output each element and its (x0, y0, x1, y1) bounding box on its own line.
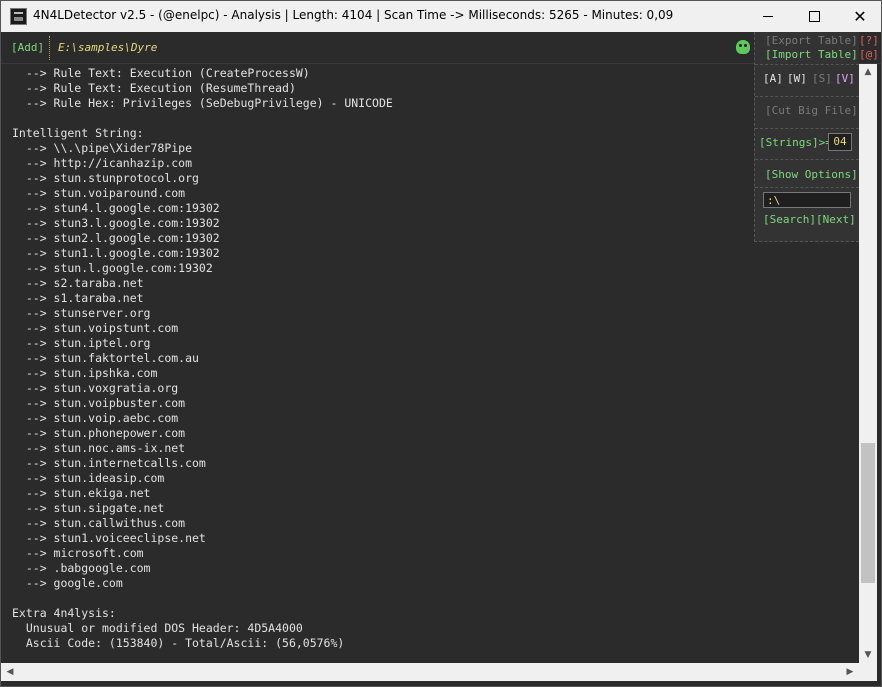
output-line: Ascii Code: (153840) - Total/Ascii: (56,… (12, 636, 345, 650)
output-line: --> stun.faktortel.com.au (12, 351, 199, 365)
output-line: Unusual or modified DOS Header: 4D5A4000 (12, 621, 303, 635)
minimize-icon (763, 16, 773, 17)
output-line: --> http://icanhazip.com (12, 156, 193, 170)
output-line: --> Rule Text: Execution (ResumeThread) (12, 81, 296, 95)
horizontal-scrollbar[interactable]: ◀ ▶ (1, 663, 877, 681)
output-line: --> Rule Text: Execution (CreateProcessW… (12, 66, 310, 80)
output-line: --> stun.voipstunt.com (12, 321, 179, 335)
output-line: --> microsoft.com (12, 546, 144, 560)
mode-a-button[interactable]: [A] (763, 72, 783, 85)
mode-s-button[interactable]: [S] (812, 72, 832, 85)
search-button[interactable]: [Search] (763, 213, 816, 226)
mode-w-button[interactable]: [W] (787, 72, 807, 85)
path-bar: [Add] E:\samples\Dyre (1, 32, 881, 64)
output-line: --> stun.stunprotocol.org (12, 171, 199, 185)
scroll-up-icon[interactable]: ▲ (859, 64, 877, 80)
output-line: --> stun.internetcalls.com (12, 456, 206, 470)
scroll-left-icon[interactable]: ◀ (1, 663, 19, 681)
panel-divider (755, 187, 859, 188)
search-input[interactable]: :\ (763, 192, 851, 208)
output-line: --> s2.taraba.net (12, 276, 144, 290)
output-line: --> stun.voxgratia.org (12, 381, 179, 395)
output-line: --> google.com (12, 576, 123, 590)
help-button[interactable]: [?] (859, 34, 879, 47)
output-line: --> stunserver.org (12, 306, 151, 320)
panel-divider (755, 159, 859, 160)
output-line: --> stun.callwithus.com (12, 516, 186, 530)
next-button[interactable]: [Next] (816, 213, 856, 226)
cut-big-file-button[interactable]: [Cut Big File] (765, 104, 858, 117)
analysis-output[interactable]: --> Rule Text: Execution (CreateProcessW… (1, 64, 859, 663)
scroll-right-icon[interactable]: ▶ (841, 663, 859, 681)
output-line: --> stun.ipshka.com (12, 366, 158, 380)
output-line: --> .babgoogle.com (12, 561, 151, 575)
options-panel: [Export Table] [?] [Import Table] [@] [A… (754, 32, 879, 242)
output-line: --> stun1.l.google.com:19302 (12, 246, 220, 260)
strings-min-label: [Strings]>= (759, 136, 832, 149)
output-line: --> stun.ekiga.net (12, 486, 151, 500)
vertical-scrollbar[interactable]: ▲ ▼ (859, 64, 877, 663)
output-line: --> stun.voiparound.com (12, 186, 186, 200)
show-options-button[interactable]: [Show Options] (765, 168, 858, 181)
output-line: --> stun4.l.google.com:19302 (12, 201, 220, 215)
panel-divider (755, 128, 859, 129)
output-line: --> stun1.voiceeclipse.net (12, 531, 206, 545)
maximize-icon (808, 11, 820, 22)
output-line: --> stun.l.google.com:19302 (12, 261, 213, 275)
scrollbar-corner (859, 663, 877, 681)
panel-divider (755, 96, 859, 97)
output-line: --> stun.ideasip.com (12, 471, 165, 485)
close-icon: ✕ (853, 7, 867, 26)
strings-min-input[interactable]: 04 (828, 133, 852, 151)
panel-divider (755, 64, 859, 65)
output-line: --> stun.voip.aebc.com (12, 411, 179, 425)
output-line: --> s1.taraba.net (12, 291, 144, 305)
app-window: 4N4LDetector v2.5 - (@enelpc) - Analysis… (0, 0, 882, 687)
output-line: --> stun.iptel.org (12, 336, 151, 350)
path-divider (49, 36, 50, 60)
scroll-thumb[interactable] (861, 442, 875, 583)
output-line: Intelligent String: (12, 126, 144, 140)
minimize-button[interactable] (745, 1, 791, 32)
import-table-button[interactable]: [Import Table] (765, 48, 858, 61)
scroll-down-icon[interactable]: ▼ (859, 647, 877, 663)
app-icon (10, 8, 27, 25)
about-button[interactable]: [@] (859, 48, 879, 61)
output-line: --> \\.\pipe\Xider78Pipe (12, 141, 193, 155)
output-line: --> stun.noc.ams-ix.net (12, 441, 186, 455)
output-line: --> stun.voipbuster.com (12, 396, 186, 410)
close-button[interactable]: ✕ (837, 1, 881, 32)
title-bar: 4N4LDetector v2.5 - (@enelpc) - Analysis… (1, 1, 881, 32)
output-line: Extra 4n4lysis: (12, 606, 116, 620)
file-path[interactable]: E:\samples\Dyre (58, 41, 157, 54)
output-line: --> stun.sipgate.net (12, 501, 165, 515)
window-title: 4N4LDetector v2.5 - (@enelpc) - Analysis… (33, 8, 674, 22)
mode-v-button[interactable]: [V] (835, 72, 855, 85)
output-line: --> stun3.l.google.com:19302 (12, 216, 220, 230)
add-button[interactable]: [Add] (11, 41, 44, 54)
export-table-button[interactable]: [Export Table] (765, 34, 858, 47)
maximize-button[interactable] (791, 1, 837, 32)
output-line: --> stun.phonepower.com (12, 426, 186, 440)
output-line: --> Rule Hex: Privileges (SeDebugPrivile… (12, 96, 393, 110)
skull-icon[interactable] (736, 40, 750, 54)
output-line: --> stun2.l.google.com:19302 (12, 231, 220, 245)
